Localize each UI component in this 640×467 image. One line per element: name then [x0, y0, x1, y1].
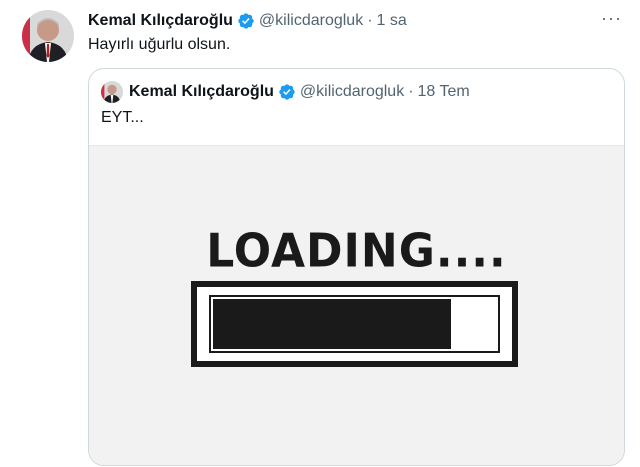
- quoted-avatar-image: [101, 81, 123, 103]
- loading-title: LOADING....: [206, 224, 507, 279]
- quoted-tweet[interactable]: Kemal Kılıçdaroğlu @kilicdarogluk · 18 T…: [88, 68, 625, 466]
- verified-badge-icon: [278, 83, 296, 101]
- quoted-tweet-header: Kemal Kılıçdaroğlu @kilicdarogluk · 18 T…: [101, 81, 470, 103]
- separator: ·: [408, 83, 414, 100]
- verified-badge-icon: [237, 12, 255, 30]
- avatar[interactable]: [22, 10, 74, 62]
- quoted-tweet-image[interactable]: LOADING....: [89, 145, 624, 465]
- quoted-author-name[interactable]: Kemal Kılıçdaroğlu: [129, 83, 274, 101]
- separator: ·: [367, 12, 373, 29]
- more-options-icon[interactable]: ···: [601, 8, 622, 29]
- quoted-tweet-text: EYT...: [101, 109, 144, 126]
- author-handle[interactable]: @kilicdarogluk: [259, 12, 363, 30]
- loading-bar: [191, 281, 518, 367]
- loading-bar-fill: [213, 299, 451, 349]
- avatar-image: [22, 10, 74, 62]
- quoted-author-handle[interactable]: @kilicdarogluk: [300, 83, 404, 101]
- tweet[interactable]: Kemal Kılıçdaroğlu @kilicdarogluk · 1 sa…: [0, 0, 640, 467]
- author-name[interactable]: Kemal Kılıçdaroğlu: [88, 12, 233, 30]
- loading-bar-track: [209, 295, 500, 353]
- quoted-tweet-time[interactable]: 18 Tem: [418, 83, 470, 101]
- tweet-header: Kemal Kılıçdaroğlu @kilicdarogluk · 1 sa: [88, 10, 620, 32]
- quoted-avatar[interactable]: [101, 81, 123, 103]
- tweet-text: Hayırlı uğurlu olsun.: [88, 36, 231, 53]
- tweet-time[interactable]: 1 sa: [377, 12, 407, 30]
